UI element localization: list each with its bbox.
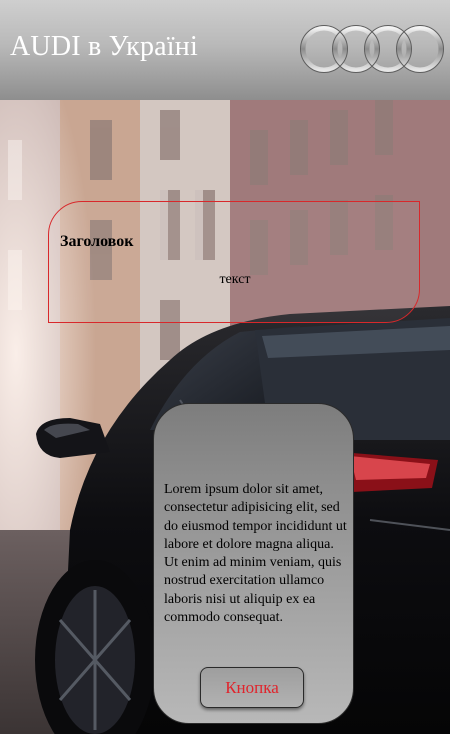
info-panel: Lorem ipsum dolor sit amet, consectetur … xyxy=(153,403,354,724)
heading-card: Заголовок текст xyxy=(48,201,420,323)
panel-body-text: Lorem ipsum dolor sit amet, consectetur … xyxy=(164,482,347,626)
audi-rings-logo-icon[interactable] xyxy=(298,20,446,78)
header-bar: AUDI в Україні xyxy=(0,0,450,100)
card-heading: Заголовок xyxy=(60,233,134,250)
card-text: текст xyxy=(219,272,251,287)
site-title: AUDI в Україні xyxy=(10,31,198,62)
action-button[interactable]: Кнопка xyxy=(200,667,304,708)
